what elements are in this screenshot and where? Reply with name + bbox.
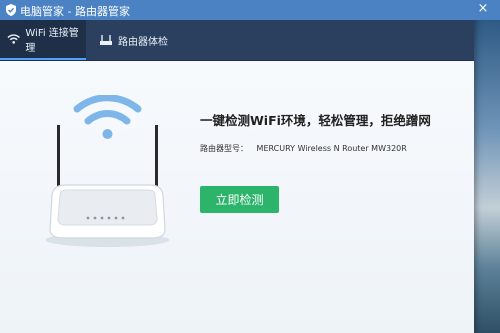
close-window-button[interactable]: ×	[476, 1, 490, 16]
check-now-button[interactable]: 立即检测	[200, 186, 279, 213]
tab-router-check-label: 路由器体检	[118, 33, 168, 48]
tab-wifi-management-label: WiFi 连接管理	[25, 24, 86, 54]
left-antenna	[57, 125, 60, 195]
right-antenna	[155, 125, 158, 195]
tab-router-check[interactable]: 路由器体检	[92, 20, 182, 60]
router-model-value: MERCURY Wireless N Router MW320R	[257, 144, 407, 153]
router-model-row: 路由器型号： MERCURY Wireless N Router MW320R	[200, 143, 407, 154]
headline-text: 一键检测WiFi环境，轻松管理，拒绝蹭网	[200, 110, 431, 129]
wifi-signal-icon	[77, 98, 138, 139]
tab-wifi-management[interactable]: WiFi 连接管理	[0, 20, 86, 60]
app-window: 电脑管家 - 路由器管家 × WiFi 连接管理 路由器体检	[0, 0, 474, 333]
tab-bar: WiFi 连接管理 路由器体检	[0, 20, 474, 61]
router-model-label: 路由器型号：	[200, 144, 248, 153]
title-bar: 电脑管家 - 路由器管家 ×	[0, 0, 500, 20]
shield-logo-icon	[4, 3, 18, 17]
desktop-wallpaper-strip	[472, 20, 500, 333]
router-illustration	[40, 95, 175, 255]
wifi-icon	[7, 33, 20, 45]
window-title: 电脑管家 - 路由器管家	[20, 3, 130, 19]
router-check-icon	[99, 34, 113, 46]
